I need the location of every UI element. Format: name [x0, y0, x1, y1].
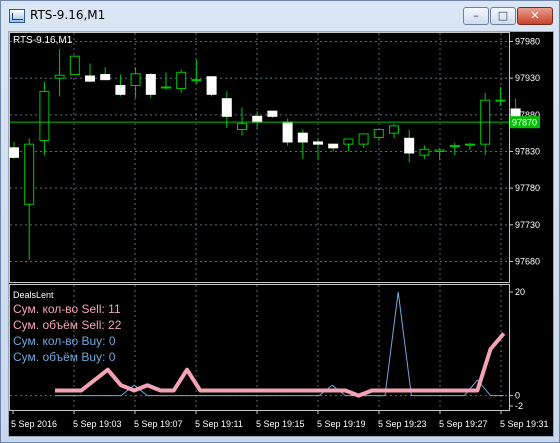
candle-bull	[389, 125, 399, 134]
candle-bear	[206, 76, 217, 95]
candle-bull	[130, 73, 141, 87]
indicator-buy-volume: Сум. объём Buy: 0	[13, 350, 116, 364]
indicator-sell-volume: Сум. объём Sell: 22	[13, 318, 122, 332]
chart-area[interactable]: 97980 97930 97880 97830 97780 97730 97680 97870…	[8, 31, 554, 437]
current-price-label: 97870	[512, 118, 537, 128]
time-axis: 5 Sep 2016 5 Sep 19:03 5 Sep 19:07 5 Sep 19…	[11, 410, 549, 429]
candle-bull	[161, 86, 171, 89]
indicator-sell-count: Сум. кол-во Sell: 11	[13, 302, 121, 316]
title-bar[interactable]: RTS-9.16,M1 – □ ✕	[1, 1, 559, 31]
time-label: 5 Sep 19:03	[73, 419, 122, 429]
candle-bull	[237, 123, 247, 131]
candle-bull	[465, 143, 475, 146]
candle-bear	[221, 98, 232, 117]
candle-bull	[449, 145, 460, 148]
candle-bear	[145, 74, 156, 95]
time-label: 5 Sep 19:19	[317, 419, 366, 429]
time-label: 5 Sep 2016	[11, 419, 57, 429]
candle-bull	[419, 148, 430, 156]
candle-bull	[343, 138, 354, 145]
candle-bear	[115, 85, 126, 95]
time-label: 5 Sep 19:11	[195, 419, 243, 429]
candle-bull	[495, 99, 506, 102]
candle-bear	[328, 143, 339, 149]
minimize-button[interactable]: –	[463, 7, 489, 25]
maximize-button[interactable]: □	[490, 7, 516, 25]
price-label: 97980	[515, 37, 540, 47]
chart-window: RTS-9.16,M1 – □ ✕ 97980 97930 97880 97830 97…	[0, 0, 560, 443]
time-label: 5 Sep 19:23	[378, 419, 427, 429]
sell-volume-line	[55, 332, 506, 398]
indicator-scale-label: 20	[515, 287, 525, 297]
candle-bear	[9, 147, 19, 158]
candle-bear	[267, 110, 278, 117]
candle-bull	[373, 129, 384, 139]
price-label: 97930	[515, 73, 540, 83]
time-label: 5 Sep 19:15	[256, 419, 305, 429]
chart-symbol-label: RTS-9.16,M1	[13, 35, 73, 46]
candle-bull	[176, 71, 187, 89]
window-title: RTS-9.16,M1	[30, 8, 106, 22]
price-label: 97730	[515, 220, 540, 230]
candle-bull	[358, 133, 369, 145]
candle-bull	[434, 149, 445, 153]
time-label: 5 Sep 19:31	[500, 419, 549, 429]
candle-bull	[191, 79, 202, 82]
indicator-scale-label: -2	[515, 401, 523, 411]
indicator-scale-label: 0	[515, 391, 520, 401]
chart-window-icon	[9, 9, 25, 23]
candle-bull	[69, 55, 80, 76]
price-label: 97780	[515, 183, 540, 193]
candle-bear	[297, 132, 308, 143]
indicator-name: DealsLent	[13, 290, 54, 300]
price-axis: 9798097930978809783097780977309768097870	[509, 37, 540, 266]
price-label: 97830	[515, 147, 540, 157]
candle-bull	[24, 143, 35, 205]
candle-bull	[54, 74, 65, 79]
time-label: 5 Sep 19:27	[439, 419, 488, 429]
candles	[9, 48, 521, 261]
candle-bear	[282, 121, 293, 143]
candle-bull	[39, 90, 50, 142]
price-label: 97680	[515, 256, 540, 266]
candle-bear	[404, 137, 415, 154]
buy-volume-line	[55, 291, 504, 397]
candle-bear	[85, 75, 95, 82]
candle-bear	[100, 74, 111, 81]
main-pane-border	[9, 32, 510, 283]
indicator-buy-count: Сум. кол-во Buy: 0	[13, 334, 116, 348]
candle-bear	[313, 141, 323, 145]
close-button[interactable]: ✕	[517, 7, 553, 25]
time-label: 5 Sep 19:07	[134, 419, 183, 429]
chart-canvas[interactable]: 9798097930978809783097780977309768097870…	[9, 32, 553, 436]
candle-bear	[252, 115, 263, 123]
